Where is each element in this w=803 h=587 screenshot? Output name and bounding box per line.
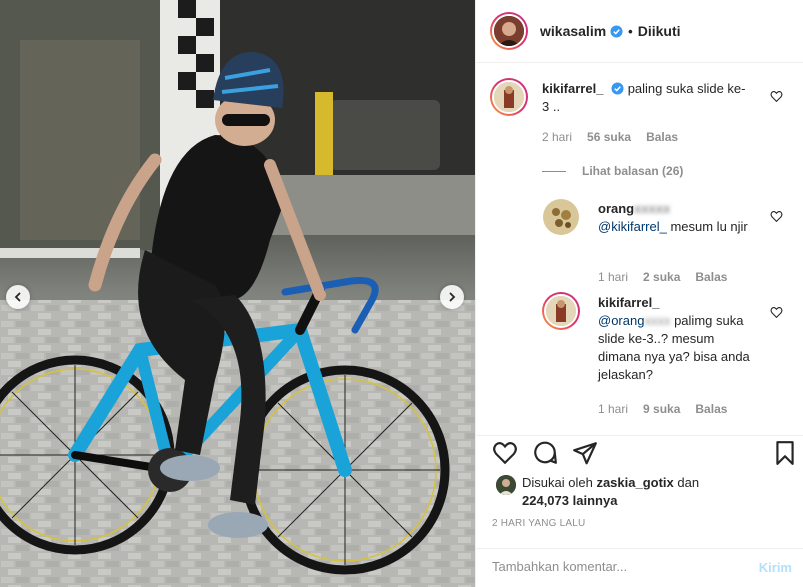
comment-username[interactable]: kikifarrel_ xyxy=(542,81,603,96)
reply-button[interactable]: Balas xyxy=(646,130,678,144)
reply-body: orangxxxxx @kikifarrel_ mesum lu njir xyxy=(598,200,748,236)
like-reply-heart-icon[interactable] xyxy=(770,306,783,319)
reply-likes[interactable]: 9 suka xyxy=(643,402,680,416)
replies-divider-line xyxy=(542,170,566,172)
reply-body: kikifarrel_ @orangxxxx palimg suka slide… xyxy=(598,294,754,384)
reply-likes[interactable]: 2 suka xyxy=(643,270,680,284)
comment-body: kikifarrel_ paling suka slide ke-3 .. xyxy=(542,80,752,116)
commenter-avatar-image xyxy=(494,82,524,112)
header-separator: • xyxy=(628,23,633,39)
verified-badge-icon xyxy=(610,24,623,38)
chevron-right-icon xyxy=(449,292,456,302)
reply-button[interactable]: Balas xyxy=(695,270,727,284)
comment-bubble-icon[interactable] xyxy=(532,440,558,466)
reply-time[interactable]: 1 hari xyxy=(598,270,628,284)
post-comment-button[interactable]: Kirim xyxy=(759,560,792,575)
previous-slide-button[interactable] xyxy=(6,285,30,309)
reply-avatar-image xyxy=(546,296,576,326)
author-avatar-image xyxy=(494,16,524,46)
comment-item: kikifarrel_ paling suka slide ke-3 .. xyxy=(490,78,752,116)
reply-username[interactable]: orangxxxxx xyxy=(598,201,670,216)
follow-status-button[interactable]: Diikuti xyxy=(638,23,681,39)
likes-text: Disukai oleh zaskia_gotix dan 224,073 la… xyxy=(522,474,732,510)
liker-avatar[interactable] xyxy=(496,475,516,495)
likes-suffix[interactable]: lainnya xyxy=(573,493,618,508)
save-bookmark-icon[interactable] xyxy=(772,440,798,466)
liker-avatar-image xyxy=(496,475,516,495)
likes-count[interactable]: 224,073 xyxy=(522,493,569,508)
liker-username[interactable]: zaskia_gotix xyxy=(596,475,673,490)
reply-avatar[interactable] xyxy=(542,292,580,330)
reply-meta: 1 hari 2 suka Balas xyxy=(598,270,727,284)
like-comment-heart-icon[interactable] xyxy=(770,90,783,103)
comment-input[interactable] xyxy=(492,559,732,574)
reply-mention[interactable]: @kikifarrel_ xyxy=(598,219,667,234)
comment-time[interactable]: 2 hari xyxy=(542,130,572,144)
reply-time[interactable]: 1 hari xyxy=(598,402,628,416)
reply-item: kikifarrel_ @orangxxxx palimg suka slide… xyxy=(542,292,754,384)
post-details-panel: wikasalim • Diikuti kikifarrel_ paling s… xyxy=(475,0,803,587)
commenter-avatar[interactable] xyxy=(490,78,528,116)
reply-mention[interactable]: @orangxxxx xyxy=(598,313,670,328)
comments-list[interactable]: kikifarrel_ paling suka slide ke-3 .. 2 … xyxy=(476,64,803,434)
author-username[interactable]: wikasalim xyxy=(540,23,606,39)
post-timestamp[interactable]: 2 HARI YANG LALU xyxy=(492,518,585,529)
post-photo xyxy=(0,0,475,587)
author-avatar[interactable] xyxy=(490,12,528,50)
post-media[interactable] xyxy=(0,0,475,587)
next-slide-button[interactable] xyxy=(440,285,464,309)
likes-prefix: Disukai oleh xyxy=(522,475,593,490)
likes-summary: Disukai oleh zaskia_gotix dan 224,073 la… xyxy=(496,474,732,510)
verified-badge-icon xyxy=(611,82,624,95)
redacted-username: xxxxx xyxy=(634,201,671,216)
post-header: wikasalim • Diikuti xyxy=(476,0,803,63)
reply-button[interactable]: Balas xyxy=(695,402,727,416)
view-replies-label: Lihat balasan (26) xyxy=(582,164,684,178)
reply-username[interactable]: kikifarrel_ xyxy=(598,295,659,310)
like-heart-icon[interactable] xyxy=(492,440,518,466)
comment-meta: 2 hari 56 suka Balas xyxy=(542,130,678,144)
view-replies-button[interactable]: Lihat balasan (26) xyxy=(542,164,683,178)
redacted-mention: xxxx xyxy=(644,313,671,328)
comment-composer: Kirim xyxy=(476,548,803,587)
reply-meta: 1 hari 9 suka Balas xyxy=(598,402,727,416)
chevron-left-icon xyxy=(14,292,21,302)
reply-text: mesum lu njir xyxy=(670,219,748,234)
comment-likes[interactable]: 56 suka xyxy=(587,130,631,144)
likes-joiner: dan xyxy=(677,475,700,490)
post-actions-bar xyxy=(476,435,803,475)
reply-avatar[interactable] xyxy=(542,198,580,236)
reply-item: orangxxxxx @kikifarrel_ mesum lu njir xyxy=(542,198,748,236)
share-send-icon[interactable] xyxy=(572,440,598,466)
like-reply-heart-icon[interactable] xyxy=(770,210,783,223)
